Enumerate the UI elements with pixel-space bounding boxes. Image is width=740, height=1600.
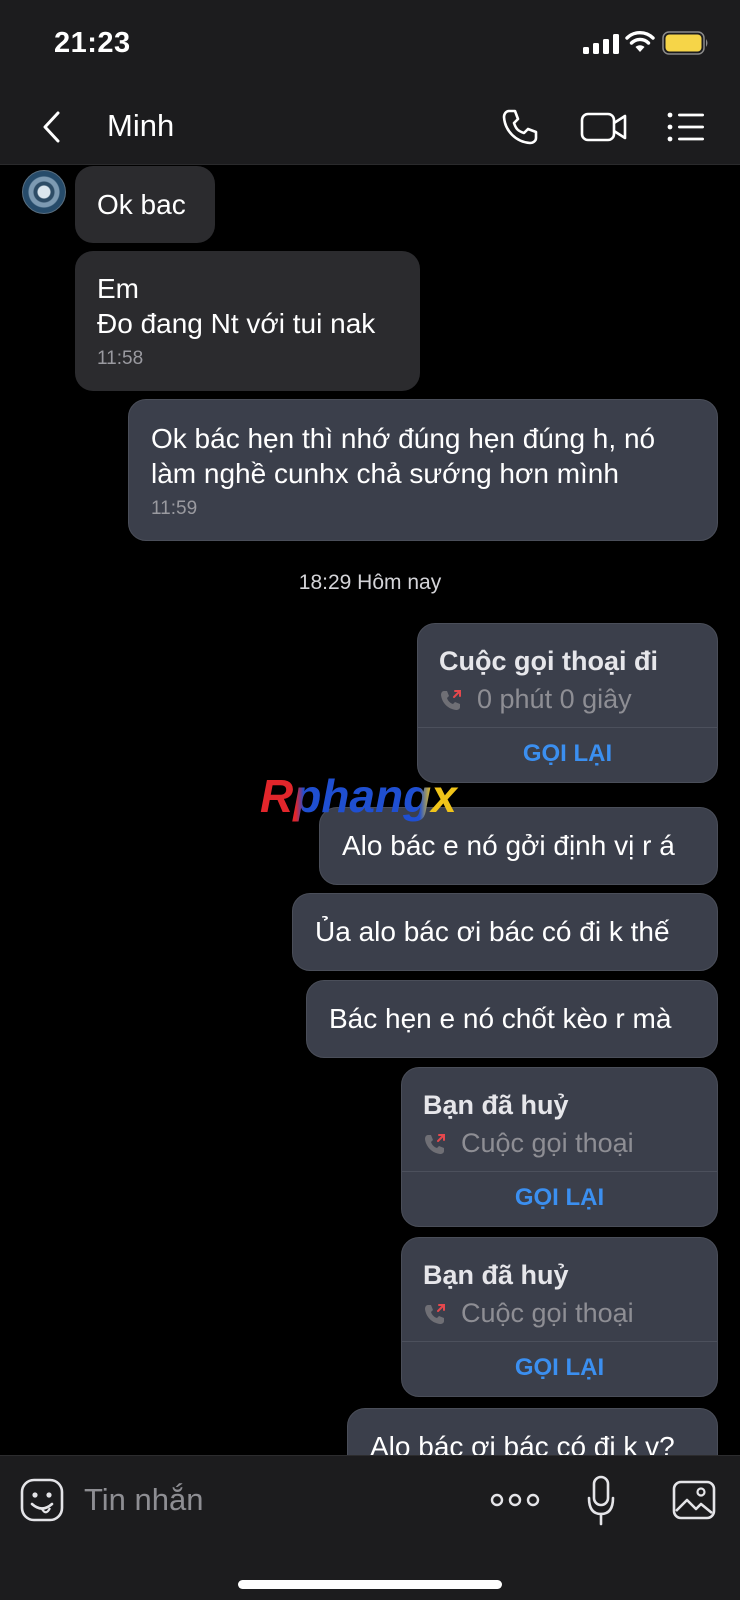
message-text: Alo bác e nó gởi định vị r á bbox=[342, 830, 675, 861]
phone-icon[interactable] bbox=[500, 107, 540, 147]
message-bubble-incoming[interactable]: Ok bac bbox=[75, 166, 215, 243]
message-bubble-outgoing[interactable]: Ok bác hẹn thì nhớ đúng hẹn đúng h, nó l… bbox=[128, 399, 718, 541]
message-time: 11:59 bbox=[151, 498, 198, 519]
signal-icon bbox=[583, 34, 619, 54]
menu-icon[interactable] bbox=[666, 109, 706, 145]
message-text: Đo đang Nt với tui nak bbox=[97, 308, 376, 339]
message-bubble-outgoing[interactable]: Alo bác ơi bác có đi k v? bbox=[347, 1408, 718, 1455]
back-icon[interactable] bbox=[38, 108, 66, 146]
call-card-divider bbox=[402, 1171, 717, 1172]
svg-text:Rphangx: Rphangx bbox=[260, 770, 459, 822]
watermark: Rphangx bbox=[260, 770, 459, 822]
call-card: Bạn đã huỷ Cuộc gọi thoại GỌI LẠI bbox=[401, 1067, 718, 1227]
call-card: Bạn đã huỷ Cuộc gọi thoại GỌI LẠI bbox=[401, 1237, 718, 1397]
outgoing-call-icon bbox=[425, 1134, 445, 1154]
message-text: Bác hẹn e nó chốt kèo r mà bbox=[329, 1003, 672, 1034]
call-card-title: Cuộc gọi thoại đi bbox=[439, 646, 658, 676]
message-text: Em bbox=[97, 273, 139, 304]
outgoing-call-icon bbox=[425, 1304, 445, 1324]
message-bubble-outgoing[interactable]: Bác hẹn e nó chốt kèo r mà bbox=[306, 980, 718, 1058]
contact-name[interactable]: Minh bbox=[107, 108, 174, 144]
message-time: 11:58 bbox=[97, 348, 144, 369]
call-card-divider bbox=[402, 1341, 717, 1342]
composer bbox=[0, 1455, 740, 1600]
call-card-subtitle: Cuộc gọi thoại bbox=[423, 1298, 634, 1329]
image-icon[interactable] bbox=[672, 1480, 716, 1520]
call-back-button[interactable]: GỌI LẠI bbox=[402, 1354, 717, 1382]
avatar[interactable] bbox=[22, 170, 66, 214]
call-card-title: Bạn đã huỷ bbox=[423, 1260, 569, 1290]
call-card-subtitle: 0 phút 0 giây bbox=[439, 684, 632, 715]
message-bubble-incoming[interactable]: Em Đo đang Nt với tui nak 11:58 bbox=[75, 251, 420, 391]
more-icon[interactable] bbox=[490, 1490, 540, 1510]
wifi-icon bbox=[625, 31, 655, 52]
outgoing-call-icon bbox=[441, 690, 461, 710]
call-card: Cuộc gọi thoại đi 0 phút 0 giây GỌI LẠI bbox=[417, 623, 718, 783]
call-card-title: Bạn đã huỷ bbox=[423, 1090, 569, 1120]
call-back-button[interactable]: GỌI LẠI bbox=[418, 740, 717, 768]
status-time: 21:23 bbox=[54, 27, 131, 59]
home-indicator[interactable] bbox=[238, 1580, 502, 1589]
chat-header: Minh bbox=[0, 90, 740, 165]
message-text: Ok bác hẹn thì nhớ đúng hẹn đúng h, nó bbox=[151, 423, 656, 454]
video-icon[interactable] bbox=[580, 109, 628, 145]
message-text: làm nghề cunhx chả sướng hơn mình bbox=[151, 458, 619, 489]
call-back-button[interactable]: GỌI LẠI bbox=[402, 1184, 717, 1212]
call-card-subtitle: Cuộc gọi thoại bbox=[423, 1128, 634, 1159]
battery-icon bbox=[662, 31, 708, 55]
emoji-icon[interactable] bbox=[20, 1478, 64, 1522]
mic-icon[interactable] bbox=[586, 1474, 616, 1528]
message-text: Alo bác ơi bác có đi k v? bbox=[370, 1431, 675, 1455]
message-input[interactable] bbox=[84, 1476, 464, 1524]
message-text: Ok bac bbox=[97, 189, 186, 220]
message-text: Ủa alo bác ơi bác có đi k thế bbox=[315, 916, 670, 947]
call-card-divider bbox=[418, 727, 717, 728]
message-bubble-outgoing[interactable]: Ủa alo bác ơi bác có đi k thế bbox=[292, 893, 718, 971]
date-separator: 18:29 Hôm nay bbox=[298, 571, 442, 594]
status-bar: 21:23 bbox=[0, 0, 740, 90]
